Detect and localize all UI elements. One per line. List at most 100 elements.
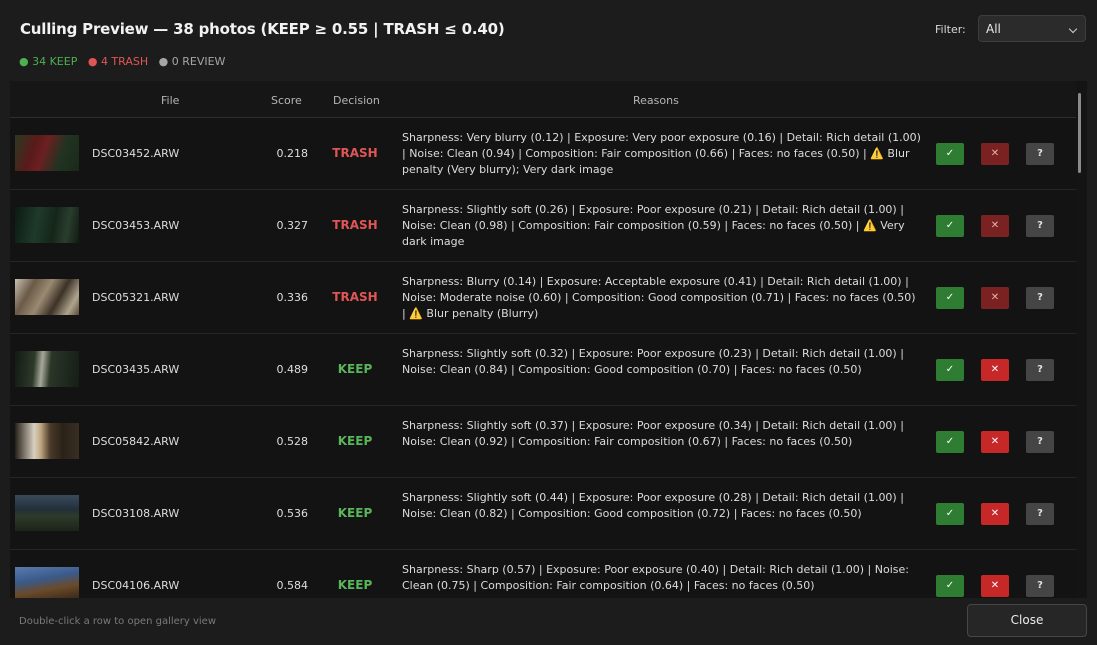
reasons-text: Sharpness: Slightly soft (0.37) | Exposu… — [402, 419, 904, 448]
score-value: 0.536 — [276, 507, 309, 520]
review-count: ● 0 REVIEW — [158, 55, 226, 68]
chevron-down-icon — [1068, 24, 1078, 34]
trash-button[interactable]: ✕ — [981, 215, 1009, 237]
filter-dropdown[interactable]: All — [978, 15, 1086, 42]
decision-badge: TRASH — [332, 290, 378, 304]
x-icon: ✕ — [990, 580, 1000, 591]
check-icon: ✓ — [945, 508, 955, 519]
keep-button[interactable]: ✓ — [936, 215, 964, 237]
reasons-text: Sharpness: Slightly soft (0.44) | Exposu… — [402, 491, 904, 520]
score-value: 0.327 — [276, 219, 309, 232]
question-icon: ? — [1037, 580, 1043, 591]
file-name: DSC03452.ARW — [92, 147, 180, 160]
photo-thumbnail — [15, 279, 79, 315]
column-header-decision[interactable]: Decision — [333, 94, 380, 107]
filter-value: All — [986, 22, 1001, 36]
table-row[interactable]: DSC04106.ARW 0.584 KEEP Sharpness: Sharp (0… — [10, 550, 1076, 598]
question-icon: ? — [1037, 148, 1043, 159]
score-value: 0.218 — [276, 147, 309, 160]
vertical-scrollbar[interactable] — [1078, 93, 1081, 173]
keep-button[interactable]: ✓ — [936, 503, 964, 525]
table-row[interactable]: DSC05842.ARW 0.528 KEEP Sharpness: Slightly… — [10, 406, 1076, 478]
decision-badge: KEEP — [337, 362, 373, 376]
question-icon: ? — [1037, 364, 1043, 375]
table-row[interactable]: DSC03453.ARW 0.327 TRASH Sharpness: Slightl… — [10, 190, 1076, 262]
decision-stats: ● 34 KEEP ● 4 TRASH ● 0 REVIEW — [19, 55, 232, 68]
column-header-reasons[interactable]: Reasons — [633, 94, 679, 107]
photo-thumbnail — [15, 135, 79, 171]
x-icon: ✕ — [990, 436, 1000, 447]
column-header-file[interactable]: File — [161, 94, 179, 107]
score-value: 0.489 — [276, 363, 309, 376]
review-button[interactable]: ? — [1026, 503, 1054, 525]
keep-button[interactable]: ✓ — [936, 287, 964, 309]
question-icon: ? — [1037, 292, 1043, 303]
keep-button[interactable]: ✓ — [936, 359, 964, 381]
check-icon: ✓ — [945, 436, 955, 447]
review-button[interactable]: ? — [1026, 575, 1054, 597]
decision-badge: TRASH — [332, 146, 378, 160]
check-icon: ✓ — [945, 364, 955, 375]
keep-button[interactable]: ✓ — [936, 575, 964, 597]
photo-thumbnail — [15, 207, 79, 243]
keep-button[interactable]: ✓ — [936, 143, 964, 165]
reasons-text: Sharpness: Slightly soft (0.26) | Exposu… — [402, 203, 905, 248]
check-icon: ✓ — [945, 292, 955, 303]
table-row[interactable]: DSC03452.ARW 0.218 TRASH Sharpness: Very bl… — [10, 118, 1076, 190]
score-value: 0.528 — [276, 435, 309, 448]
keep-count: ● 34 KEEP — [19, 55, 78, 68]
trash-button[interactable]: ✕ — [981, 575, 1009, 597]
review-button[interactable]: ? — [1026, 287, 1054, 309]
file-name: DSC05842.ARW — [92, 435, 180, 448]
question-icon: ? — [1037, 220, 1043, 231]
score-value: 0.336 — [276, 291, 309, 304]
x-icon: ✕ — [990, 148, 1000, 159]
reasons-text: Sharpness: Sharp (0.57) | Exposure: Poor… — [402, 563, 909, 592]
score-value: 0.584 — [276, 579, 309, 592]
check-icon: ✓ — [945, 148, 955, 159]
trash-count: ● 4 TRASH — [87, 55, 149, 68]
photo-thumbnail — [15, 351, 79, 387]
column-header-score[interactable]: Score — [271, 94, 302, 107]
file-name: DSC03453.ARW — [92, 219, 180, 232]
close-button[interactable]: Close — [967, 604, 1087, 637]
table-row[interactable]: DSC03435.ARW 0.489 KEEP Sharpness: Slightly… — [10, 334, 1076, 406]
review-button[interactable]: ? — [1026, 215, 1054, 237]
decision-badge: KEEP — [337, 578, 373, 592]
decision-badge: TRASH — [332, 218, 378, 232]
filter-label: Filter: — [935, 23, 966, 36]
review-button[interactable]: ? — [1026, 143, 1054, 165]
decision-badge: KEEP — [337, 434, 373, 448]
trash-button[interactable]: ✕ — [981, 431, 1009, 453]
x-icon: ✕ — [990, 292, 1000, 303]
review-button[interactable]: ? — [1026, 431, 1054, 453]
question-icon: ? — [1037, 436, 1043, 447]
table-row[interactable]: DSC03108.ARW 0.536 KEEP Sharpness: Slightly… — [10, 478, 1076, 550]
file-name: DSC03435.ARW — [92, 363, 180, 376]
photo-thumbnail — [15, 423, 79, 459]
check-icon: ✓ — [945, 220, 955, 231]
x-icon: ✕ — [990, 364, 1000, 375]
results-table: File Score Decision Reasons DSC03452.ARW… — [10, 81, 1087, 598]
trash-button[interactable]: ✕ — [981, 503, 1009, 525]
trash-button[interactable]: ✕ — [981, 287, 1009, 309]
review-button[interactable]: ? — [1026, 359, 1054, 381]
file-name: DSC04106.ARW — [92, 579, 180, 592]
question-icon: ? — [1037, 508, 1043, 519]
table-header: File Score Decision Reasons — [10, 81, 1076, 118]
photo-thumbnail — [15, 567, 79, 598]
x-icon: ✕ — [990, 220, 1000, 231]
file-name: DSC05321.ARW — [92, 291, 180, 304]
check-icon: ✓ — [945, 580, 955, 591]
decision-badge: KEEP — [337, 506, 373, 520]
reasons-text: Sharpness: Blurry (0.14) | Exposure: Acc… — [402, 275, 916, 320]
x-icon: ✕ — [990, 508, 1000, 519]
trash-button[interactable]: ✕ — [981, 359, 1009, 381]
gallery-hint: Double-click a row to open gallery view — [19, 616, 217, 627]
reasons-text: Sharpness: Slightly soft (0.32) | Exposu… — [402, 347, 904, 376]
reasons-text: Sharpness: Very blurry (0.12) | Exposure… — [402, 131, 921, 176]
trash-button[interactable]: ✕ — [981, 143, 1009, 165]
page-title: Culling Preview — 38 photos (KEEP ≥ 0.55… — [20, 20, 505, 38]
table-row[interactable]: DSC05321.ARW 0.336 TRASH Sharpness: Blurry … — [10, 262, 1076, 334]
keep-button[interactable]: ✓ — [936, 431, 964, 453]
